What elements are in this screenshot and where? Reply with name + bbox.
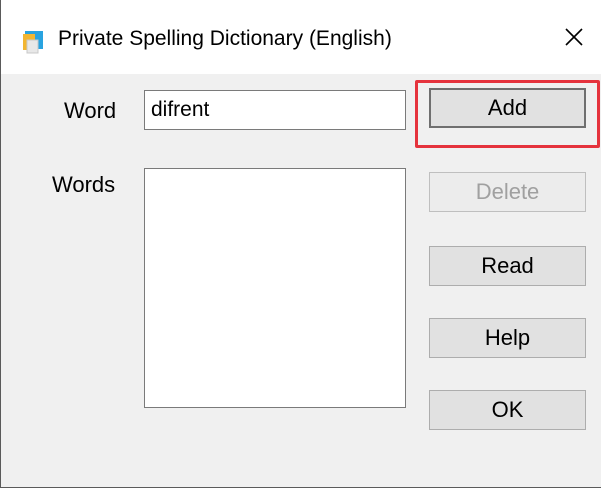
- close-button[interactable]: [554, 19, 594, 59]
- dictionary-dialog: Private Spelling Dictionary (English) Wo…: [0, 0, 601, 488]
- dictionary-app-icon: [21, 28, 47, 54]
- window-title: Private Spelling Dictionary (English): [58, 27, 392, 50]
- help-button[interactable]: Help: [429, 318, 586, 358]
- words-label: Words: [52, 172, 116, 197]
- read-button[interactable]: Read: [429, 246, 586, 286]
- words-listbox[interactable]: [144, 168, 406, 408]
- add-button[interactable]: Add: [429, 88, 586, 128]
- word-input[interactable]: [144, 90, 406, 130]
- close-icon: [564, 27, 584, 52]
- delete-button: Delete: [429, 172, 586, 212]
- word-label: Word: [64, 98, 117, 123]
- ok-button[interactable]: OK: [429, 390, 586, 430]
- title-bar: Private Spelling Dictionary (English): [1, 0, 601, 74]
